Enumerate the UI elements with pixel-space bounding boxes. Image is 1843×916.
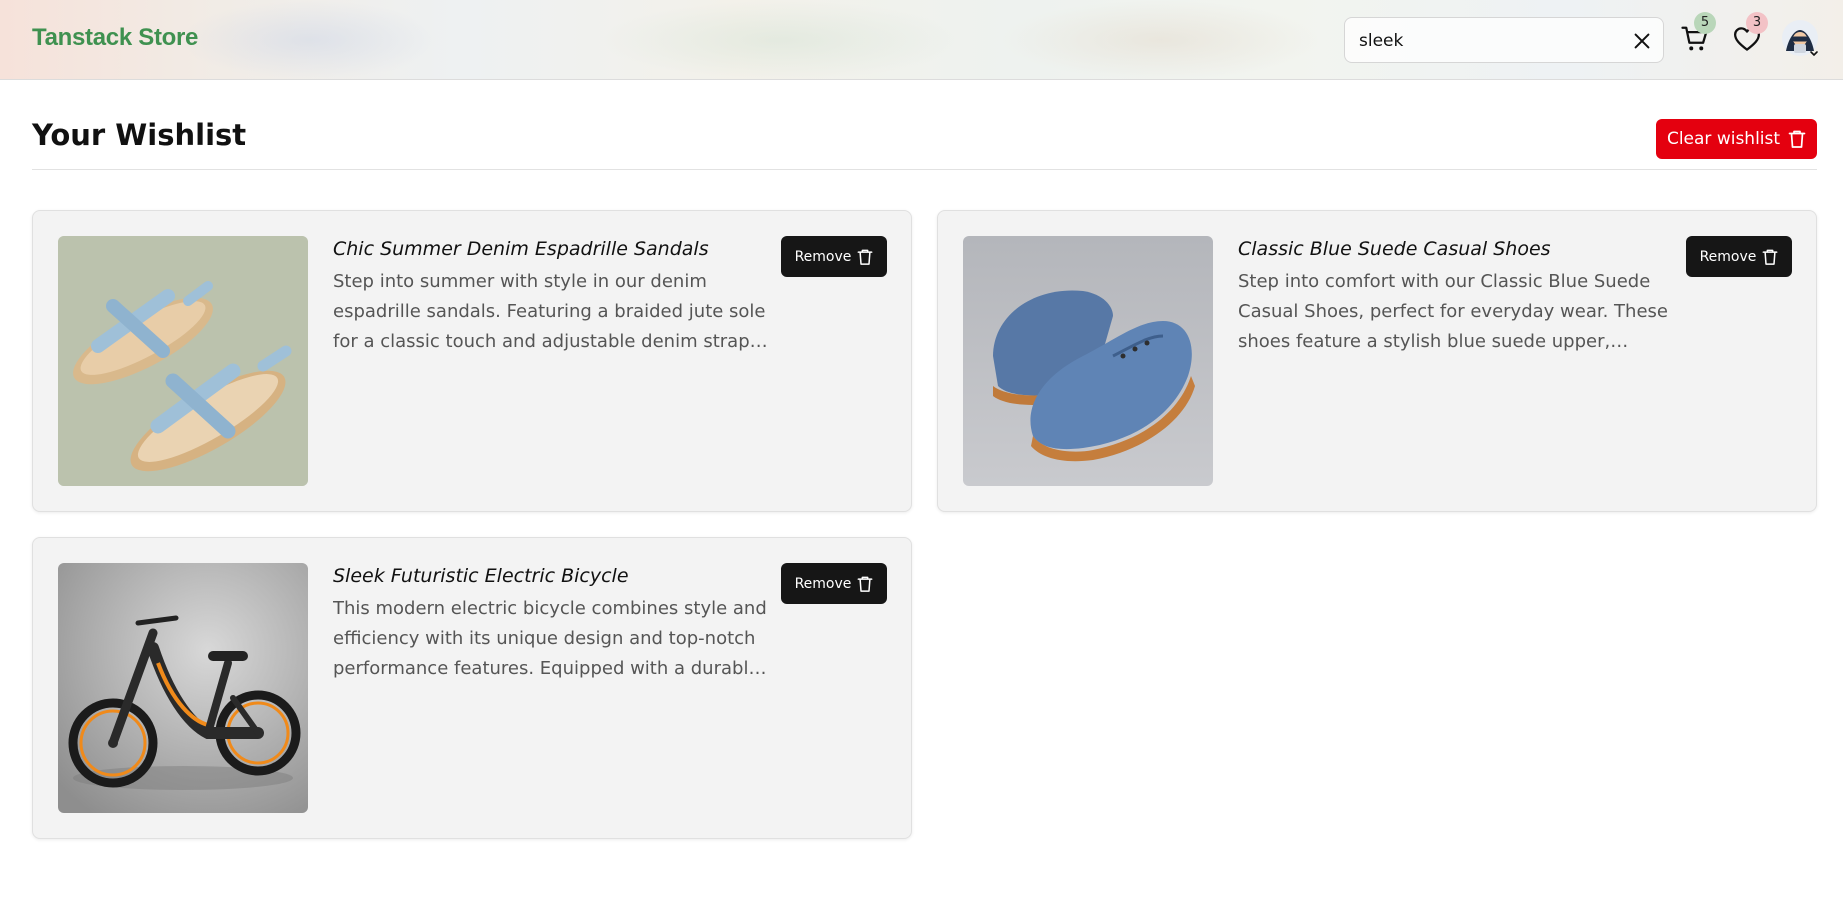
remove-button[interactable]: Remove	[1686, 236, 1792, 277]
product-name[interactable]: Classic Blue Suede Casual Shoes	[1238, 238, 1678, 260]
product-description: Step into comfort with our Classic Blue …	[1238, 271, 1668, 352]
wishlist-item: Chic Summer Denim Espadrille Sandals Ste…	[32, 210, 912, 512]
remove-label: Remove	[1699, 248, 1757, 265]
cart-count-badge: 5	[1694, 12, 1716, 34]
clear-wishlist-label: Clear wishlist	[1666, 129, 1781, 149]
wishlist-count-badge: 3	[1746, 12, 1768, 34]
header-background-blur	[180, 0, 440, 80]
product-description: Step into summer with style in our denim…	[333, 271, 766, 352]
header-background-blur	[600, 0, 960, 80]
chevron-down-icon	[1810, 51, 1818, 57]
clear-wishlist-button[interactable]: Clear wishlist	[1656, 119, 1817, 159]
header-background-blur	[1000, 0, 1320, 80]
product-name[interactable]: Sleek Futuristic Electric Bicycle	[333, 565, 773, 587]
avatar-icon[interactable]	[1780, 18, 1820, 60]
trash-icon	[1762, 249, 1778, 265]
wishlist-item: Sleek Futuristic Electric Bicycle This m…	[32, 537, 912, 839]
trash-icon	[857, 576, 873, 592]
store-logo[interactable]: Tanstack Store	[32, 24, 198, 52]
remove-label: Remove	[794, 575, 852, 592]
search-input[interactable]	[1359, 27, 1609, 55]
product-image-electric-bicycle[interactable]	[58, 563, 308, 813]
product-description: This modern electric bicycle combines st…	[333, 598, 767, 679]
remove-label: Remove	[794, 248, 852, 265]
remove-button[interactable]: Remove	[781, 563, 887, 604]
trash-icon	[857, 249, 873, 265]
search-box[interactable]	[1344, 17, 1664, 63]
product-name[interactable]: Chic Summer Denim Espadrille Sandals	[333, 238, 773, 260]
remove-button[interactable]: Remove	[781, 236, 887, 277]
top-navbar: Tanstack Store 5 3	[0, 0, 1843, 80]
trash-icon	[1788, 130, 1806, 148]
page-title: Your Wishlist	[32, 118, 247, 152]
product-image-sandals[interactable]	[58, 236, 308, 486]
wishlist-item: Classic Blue Suede Casual Shoes Step int…	[937, 210, 1817, 512]
close-icon[interactable]	[1631, 30, 1653, 52]
product-image-suede-shoes[interactable]	[963, 236, 1213, 486]
title-divider	[32, 169, 1817, 170]
